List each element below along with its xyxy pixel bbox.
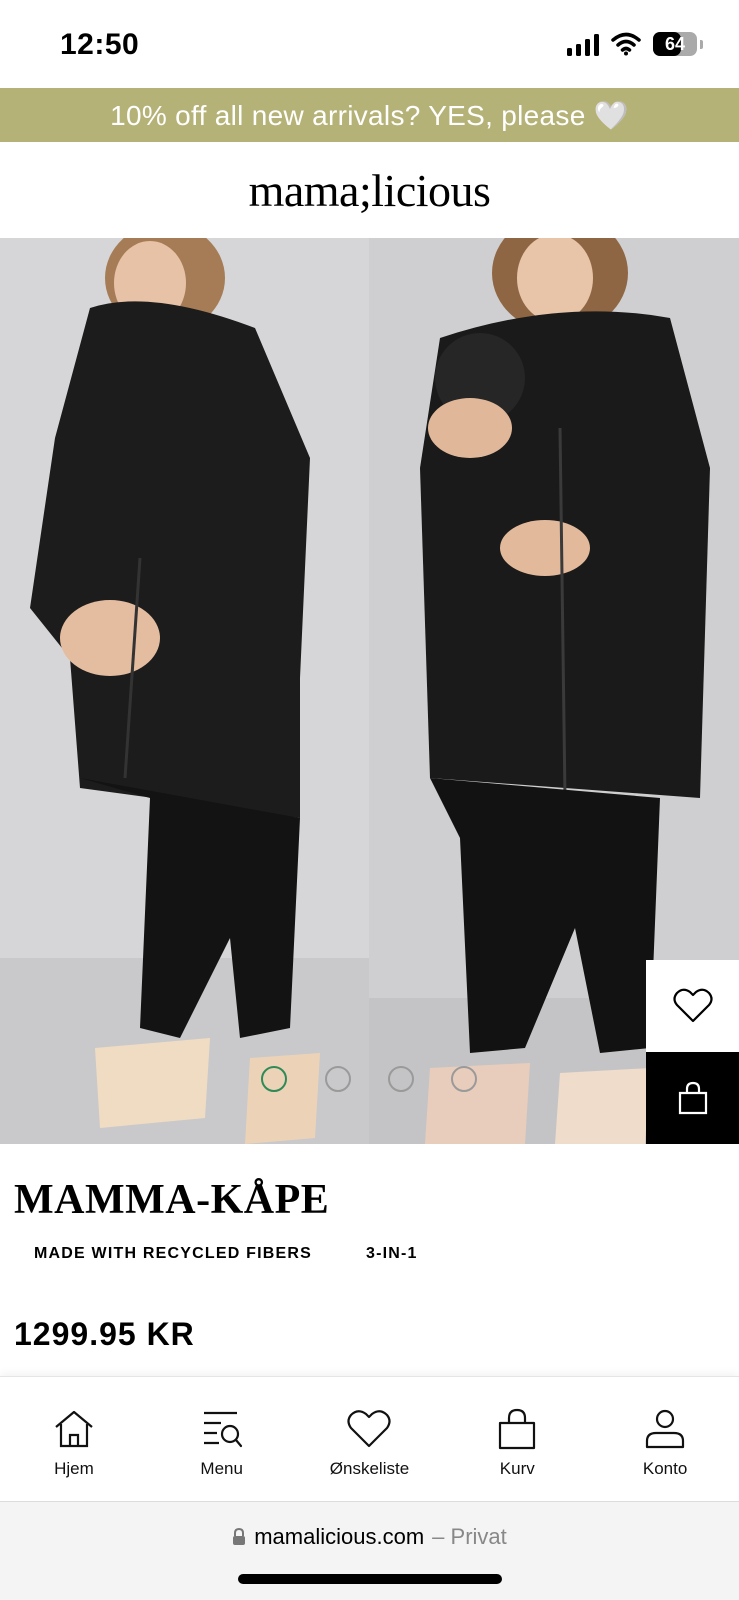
browser-url-bar[interactable]: mamalicious.com – Privat bbox=[0, 1501, 739, 1600]
battery-level: 64 bbox=[664, 34, 686, 54]
home-indicator[interactable] bbox=[238, 1574, 502, 1584]
nav-item-wishlist[interactable]: Ønskeliste bbox=[296, 1377, 444, 1501]
nav-item-account[interactable]: Konto bbox=[591, 1377, 739, 1501]
menu-search-icon bbox=[200, 1407, 244, 1451]
promo-banner[interactable]: 10% off all new arrivals? YES, please 🤍 bbox=[0, 88, 739, 142]
bag-icon bbox=[495, 1407, 539, 1451]
product-tags: MADE WITH RECYCLED FIBERS 3-IN-1 bbox=[34, 1245, 418, 1263]
bag-icon bbox=[678, 1081, 707, 1115]
product-title: MAMMA-KÅPE bbox=[14, 1177, 330, 1223]
product-tag: 3-IN-1 bbox=[366, 1245, 418, 1262]
product-page: 12:50 64 10% off all new arrivals? YES, … bbox=[0, 0, 739, 1600]
user-icon bbox=[643, 1407, 687, 1451]
home-icon bbox=[52, 1407, 96, 1451]
product-photo bbox=[0, 238, 739, 1144]
heart-icon bbox=[672, 988, 713, 1023]
nav-label: Hjem bbox=[54, 1459, 94, 1478]
brand-logo[interactable]: mama;licious bbox=[249, 164, 491, 217]
url-row: mamalicious.com – Privat bbox=[0, 1524, 739, 1550]
product-image-gallery[interactable] bbox=[0, 238, 739, 1144]
gallery-dot[interactable] bbox=[388, 1066, 414, 1092]
gallery-dot[interactable] bbox=[325, 1066, 351, 1092]
battery-icon: 64 bbox=[653, 32, 697, 56]
signal-icon bbox=[567, 32, 599, 56]
promo-text: 10% off all new arrivals? YES, please 🤍 bbox=[110, 99, 629, 131]
gallery-pagination bbox=[0, 1066, 739, 1096]
nav-label: Kurv bbox=[499, 1459, 535, 1478]
wifi-icon bbox=[611, 32, 641, 56]
nav-item-cart[interactable]: Kurv bbox=[443, 1377, 591, 1501]
status-icons: 64 bbox=[567, 32, 703, 56]
battery-cap bbox=[700, 39, 703, 49]
brand-header: mama;licious bbox=[0, 142, 739, 238]
nav-label: Menu bbox=[200, 1459, 243, 1478]
url-domain: mamalicious.com bbox=[254, 1524, 425, 1549]
nav-label: Konto bbox=[642, 1459, 688, 1478]
gallery-dot[interactable] bbox=[261, 1066, 287, 1092]
product-price: 1299.95 KR bbox=[14, 1316, 195, 1352]
bottom-nav: Hjem Menu Ønskeliste Kurv Konto bbox=[0, 1376, 739, 1501]
heart-icon bbox=[347, 1407, 392, 1451]
status-bar: 12:50 64 bbox=[0, 0, 739, 88]
add-to-wishlist-button[interactable] bbox=[646, 960, 739, 1052]
nav-label: Ønskeliste bbox=[329, 1459, 410, 1478]
gallery-dot[interactable] bbox=[451, 1066, 477, 1092]
lock-icon bbox=[233, 1528, 246, 1545]
nav-item-menu[interactable]: Menu bbox=[148, 1377, 296, 1501]
private-mode-label: – Privat bbox=[432, 1524, 507, 1549]
status-time: 12:50 bbox=[60, 28, 140, 61]
nav-item-home[interactable]: Hjem bbox=[0, 1377, 148, 1501]
add-to-cart-button[interactable] bbox=[646, 1052, 739, 1144]
product-tag: MADE WITH RECYCLED FIBERS bbox=[34, 1245, 312, 1262]
